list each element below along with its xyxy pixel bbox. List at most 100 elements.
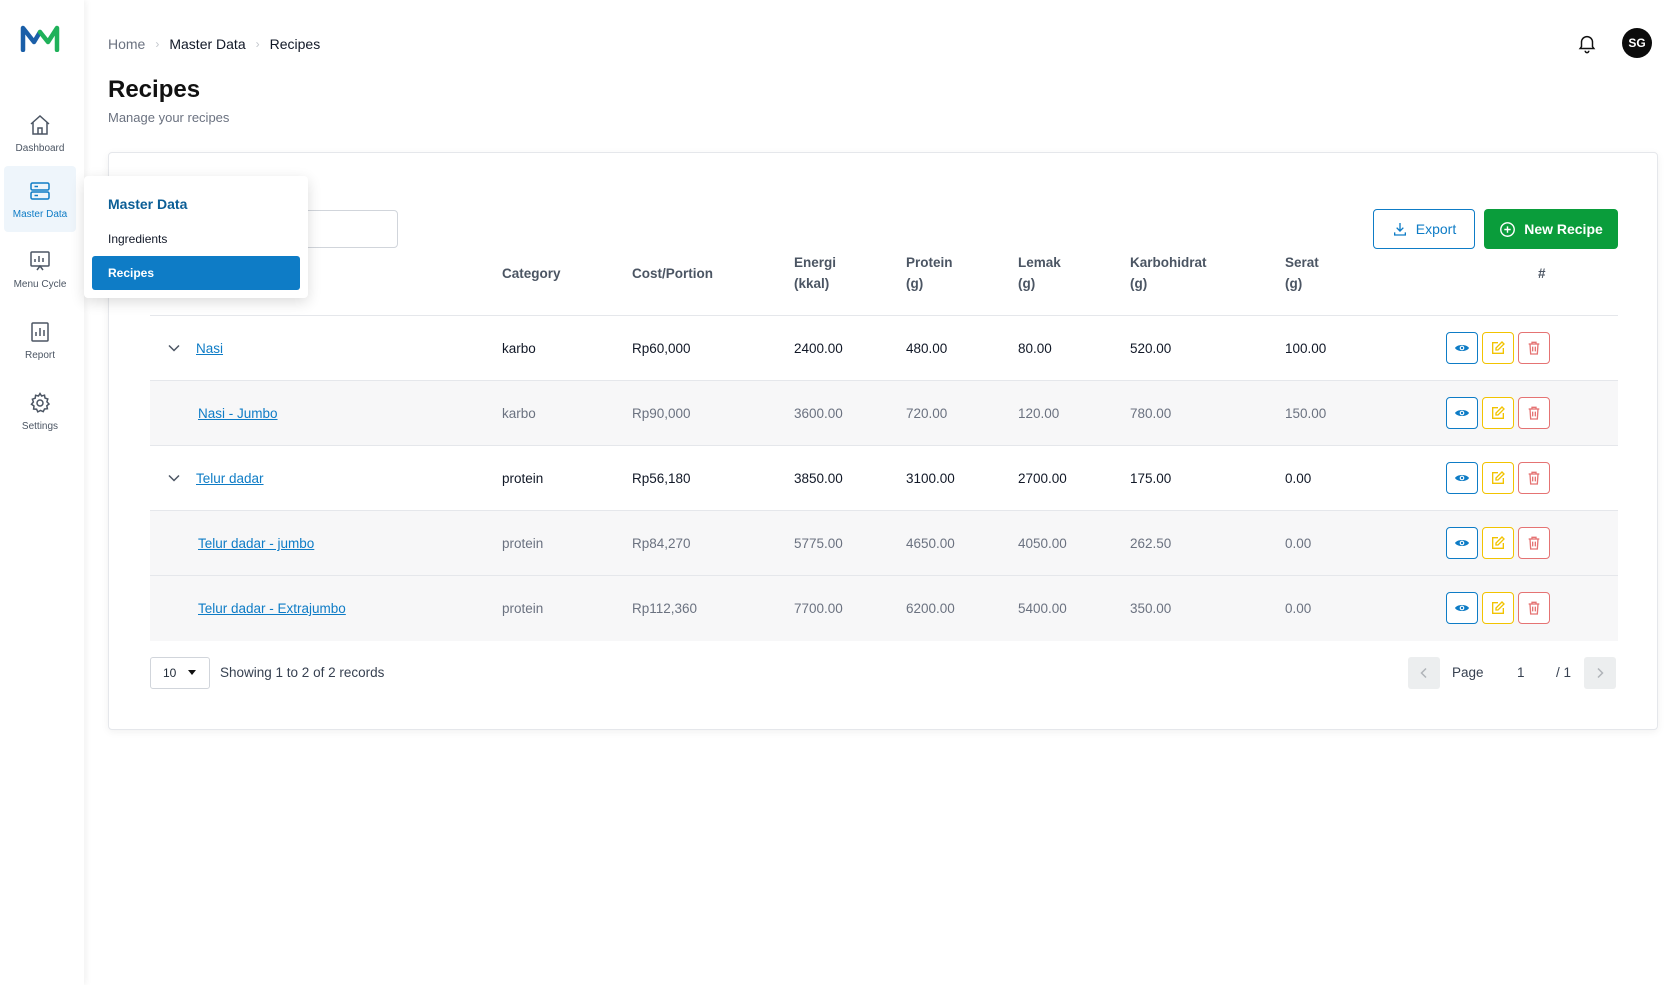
view-button[interactable] [1446, 332, 1478, 364]
page-label: Page [1452, 665, 1484, 680]
sidebar: Dashboard Master Data Menu Cycle Report … [0, 0, 84, 985]
cell-serat: 100.00 [1285, 341, 1327, 356]
table-row: Telur dadar - Extrajumbo protein Rp112,3… [150, 576, 1618, 641]
edit-button[interactable] [1482, 397, 1514, 429]
cell-category: protein [502, 601, 544, 616]
submenu-item-ingredients[interactable]: Ingredients [92, 222, 300, 256]
cell-karbohidrat: 350.00 [1130, 601, 1172, 616]
breadcrumb-master-data[interactable]: Master Data [169, 36, 245, 52]
cell-serat: 0.00 [1285, 471, 1312, 486]
sidebar-item-menu-cycle[interactable]: Menu Cycle [4, 236, 76, 302]
cell-karbohidrat: 520.00 [1130, 341, 1172, 356]
chevron-left-icon [1420, 667, 1427, 679]
page-total: / 1 [1556, 665, 1572, 680]
edit-icon [1492, 601, 1505, 614]
col-karbohidrat-line1: Karbohidrat [1130, 255, 1207, 270]
recipe-link[interactable]: Telur dadar - Extrajumbo [198, 601, 346, 616]
view-button[interactable] [1446, 527, 1478, 559]
delete-button[interactable] [1518, 592, 1550, 624]
edit-button[interactable] [1482, 462, 1514, 494]
page-number-input[interactable]: 1 [1517, 665, 1525, 680]
cell-cost: Rp56,180 [632, 471, 691, 486]
col-cost: Cost/Portion [632, 266, 713, 281]
col-lemak-line2: (g) [1018, 276, 1036, 291]
table-row: Nasi - Jumbo karbo Rp90,000 3600.00 720.… [150, 381, 1618, 446]
edit-button[interactable] [1482, 527, 1514, 559]
cell-cost: Rp112,360 [632, 601, 698, 616]
edit-button[interactable] [1482, 332, 1514, 364]
cell-category: karbo [502, 341, 536, 356]
chevron-right-icon: › [155, 37, 160, 51]
download-icon [1393, 223, 1406, 236]
cell-energi: 3850.00 [794, 471, 843, 486]
delete-button[interactable] [1518, 527, 1550, 559]
cell-category: protein [502, 471, 544, 486]
app-logo[interactable] [20, 24, 60, 52]
export-button[interactable]: Export [1373, 209, 1475, 249]
cell-energi: 5775.00 [794, 536, 843, 551]
submenu-title: Master Data [108, 196, 188, 212]
delete-button[interactable] [1518, 397, 1550, 429]
edit-icon [1492, 536, 1505, 549]
home-icon [30, 114, 50, 135]
trash-icon [1528, 471, 1540, 485]
chevron-down-icon[interactable] [164, 338, 184, 358]
server-icon [30, 181, 50, 200]
eye-icon [1455, 410, 1469, 416]
table-row: Nasi karbo Rp60,000 2400.00 480.00 80.00… [150, 316, 1618, 381]
sidebar-item-label: Dashboard [15, 142, 65, 154]
view-button[interactable] [1446, 397, 1478, 429]
col-protein-line2: (g) [906, 276, 924, 291]
prev-page-button[interactable] [1408, 657, 1440, 689]
col-lemak: Lemak (g) [1018, 252, 1061, 294]
table-row: Telur dadar - jumbo protein Rp84,270 577… [150, 511, 1618, 576]
cell-protein: 3100.00 [906, 471, 955, 486]
gear-icon [30, 391, 51, 413]
trash-icon [1528, 601, 1540, 615]
delete-button[interactable] [1518, 462, 1550, 494]
eye-icon [1455, 475, 1469, 481]
trash-icon [1528, 341, 1540, 355]
recipe-link[interactable]: Telur dadar - jumbo [198, 536, 314, 551]
table-row: Telur dadar protein Rp56,180 3850.00 310… [150, 446, 1618, 511]
cell-karbohidrat: 175.00 [1130, 471, 1172, 486]
edit-button[interactable] [1482, 592, 1514, 624]
sidebar-item-master-data[interactable]: Master Data [4, 166, 76, 232]
cell-protein: 6200.00 [906, 601, 955, 616]
view-button[interactable] [1446, 462, 1478, 494]
submenu-item-recipes[interactable]: Recipes [92, 256, 300, 290]
per-page-select[interactable]: 10 [150, 657, 210, 689]
recipe-link[interactable]: Nasi - Jumbo [198, 406, 278, 421]
recipe-link[interactable]: Nasi [196, 341, 223, 356]
export-label: Export [1415, 221, 1457, 237]
report-icon [31, 321, 49, 342]
delete-button[interactable] [1518, 332, 1550, 364]
new-recipe-button[interactable]: New Recipe [1484, 209, 1618, 249]
view-button[interactable] [1446, 592, 1478, 624]
bell-icon[interactable] [1576, 32, 1598, 54]
sidebar-item-report[interactable]: Report [4, 307, 76, 373]
breadcrumb-home[interactable]: Home [108, 36, 145, 52]
col-category: Category [502, 266, 561, 281]
cell-protein: 720.00 [906, 406, 948, 421]
chart-board-icon [30, 250, 50, 270]
chevron-down-icon[interactable] [164, 468, 184, 488]
recipe-link[interactable]: Telur dadar [196, 471, 264, 486]
next-page-button[interactable] [1584, 657, 1616, 689]
caret-down-icon [188, 670, 197, 675]
cell-cost: Rp90,000 [632, 406, 691, 421]
chevron-right-icon [1597, 667, 1604, 679]
avatar[interactable]: SG [1622, 28, 1652, 58]
cell-cost: Rp84,270 [632, 536, 691, 551]
cell-energi: 3600.00 [794, 406, 843, 421]
cell-lemak: 80.00 [1018, 341, 1052, 356]
col-actions: # [1538, 266, 1546, 281]
sidebar-item-dashboard[interactable]: Dashboard [4, 100, 76, 166]
cell-protein: 4650.00 [906, 536, 955, 551]
cell-karbohidrat: 780.00 [1130, 406, 1172, 421]
sidebar-item-settings[interactable]: Settings [4, 378, 76, 444]
trash-icon [1528, 406, 1540, 420]
eye-icon [1455, 345, 1469, 351]
col-karbohidrat-line2: (g) [1130, 276, 1148, 291]
edit-icon [1492, 341, 1505, 354]
